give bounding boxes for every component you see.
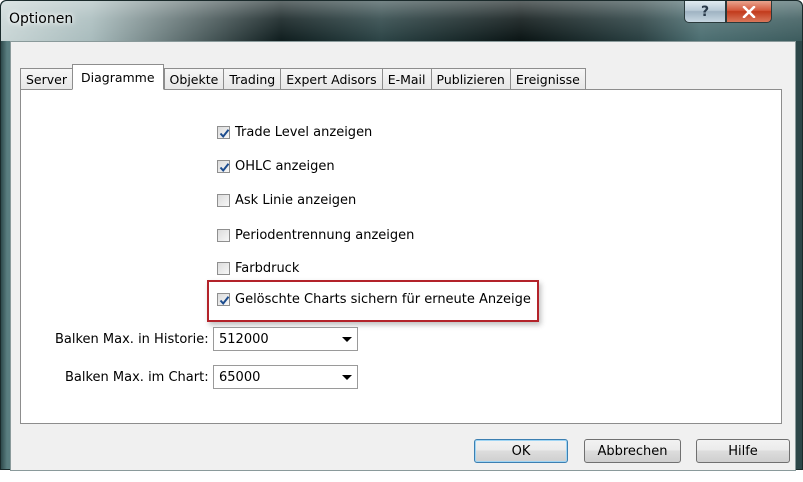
tab-trading[interactable]: Trading bbox=[223, 68, 282, 90]
title-bar[interactable]: Optionen ? bbox=[1, 1, 802, 41]
window-title: Optionen bbox=[9, 11, 74, 27]
check-icon bbox=[219, 162, 230, 172]
close-icon bbox=[742, 5, 756, 18]
checkbox-trade-level[interactable] bbox=[217, 125, 230, 139]
tab-email[interactable]: E-Mail bbox=[381, 68, 432, 90]
cancel-button[interactable]: Abbrechen bbox=[584, 439, 681, 463]
option-label: Trade Level anzeigen bbox=[235, 124, 373, 140]
tab-expert-advisors[interactable]: Expert Adisors bbox=[280, 68, 383, 90]
chevron-down-icon bbox=[342, 375, 352, 380]
max-bars-history-value: 512000 bbox=[219, 331, 269, 347]
checkbox-ohlc[interactable] bbox=[217, 159, 230, 173]
ok-button[interactable]: OK bbox=[474, 439, 568, 463]
tab-strip: Server Diagramme Objekte Trading Expert … bbox=[20, 63, 586, 90]
max-bars-chart-value: 65000 bbox=[219, 369, 261, 385]
tab-diagramme[interactable]: Diagramme bbox=[72, 64, 164, 90]
option-ask-line[interactable]: Ask Linie anzeigen bbox=[217, 191, 356, 209]
tab-publizieren[interactable]: Publizieren bbox=[430, 68, 511, 90]
tab-objekte[interactable]: Objekte bbox=[163, 68, 225, 90]
option-trade-level[interactable]: Trade Level anzeigen bbox=[217, 123, 372, 141]
checkbox-color-print[interactable] bbox=[217, 261, 230, 275]
option-label: OHLC anzeigen bbox=[235, 158, 335, 174]
option-label: Ask Linie anzeigen bbox=[235, 192, 357, 208]
option-color-print[interactable]: Farbdruck bbox=[217, 259, 299, 277]
check-icon bbox=[219, 128, 230, 138]
max-bars-chart-select[interactable]: 65000 bbox=[213, 365, 358, 389]
option-label: Periodentrennung anzeigen bbox=[235, 227, 415, 243]
help-button[interactable]: Hilfe bbox=[696, 439, 790, 463]
check-icon bbox=[219, 295, 230, 305]
max-bars-chart-label: Balken Max. im Chart: bbox=[65, 370, 209, 385]
close-button[interactable] bbox=[726, 1, 772, 23]
max-bars-history-label: Balken Max. in Historie: bbox=[55, 332, 209, 347]
option-ohlc[interactable]: OHLC anzeigen bbox=[217, 157, 335, 175]
checkbox-period-separators[interactable] bbox=[217, 228, 230, 242]
help-caption-button[interactable]: ? bbox=[684, 1, 726, 23]
option-label: Farbdruck bbox=[235, 260, 300, 276]
checkbox-save-deleted-charts[interactable] bbox=[217, 292, 230, 306]
help-icon: ? bbox=[700, 3, 710, 20]
max-bars-history-select[interactable]: 512000 bbox=[213, 327, 358, 351]
chevron-down-icon bbox=[342, 337, 352, 342]
option-period-separators[interactable]: Periodentrennung anzeigen bbox=[217, 226, 414, 244]
option-label: Gelöschte Charts sichern für erneute Anz… bbox=[235, 291, 531, 307]
option-save-deleted-charts[interactable]: Gelöschte Charts sichern für erneute Anz… bbox=[217, 290, 531, 308]
tab-ereignisse[interactable]: Ereignisse bbox=[509, 68, 586, 90]
checkbox-ask-line[interactable] bbox=[217, 193, 230, 207]
tab-server[interactable]: Server bbox=[20, 68, 73, 90]
